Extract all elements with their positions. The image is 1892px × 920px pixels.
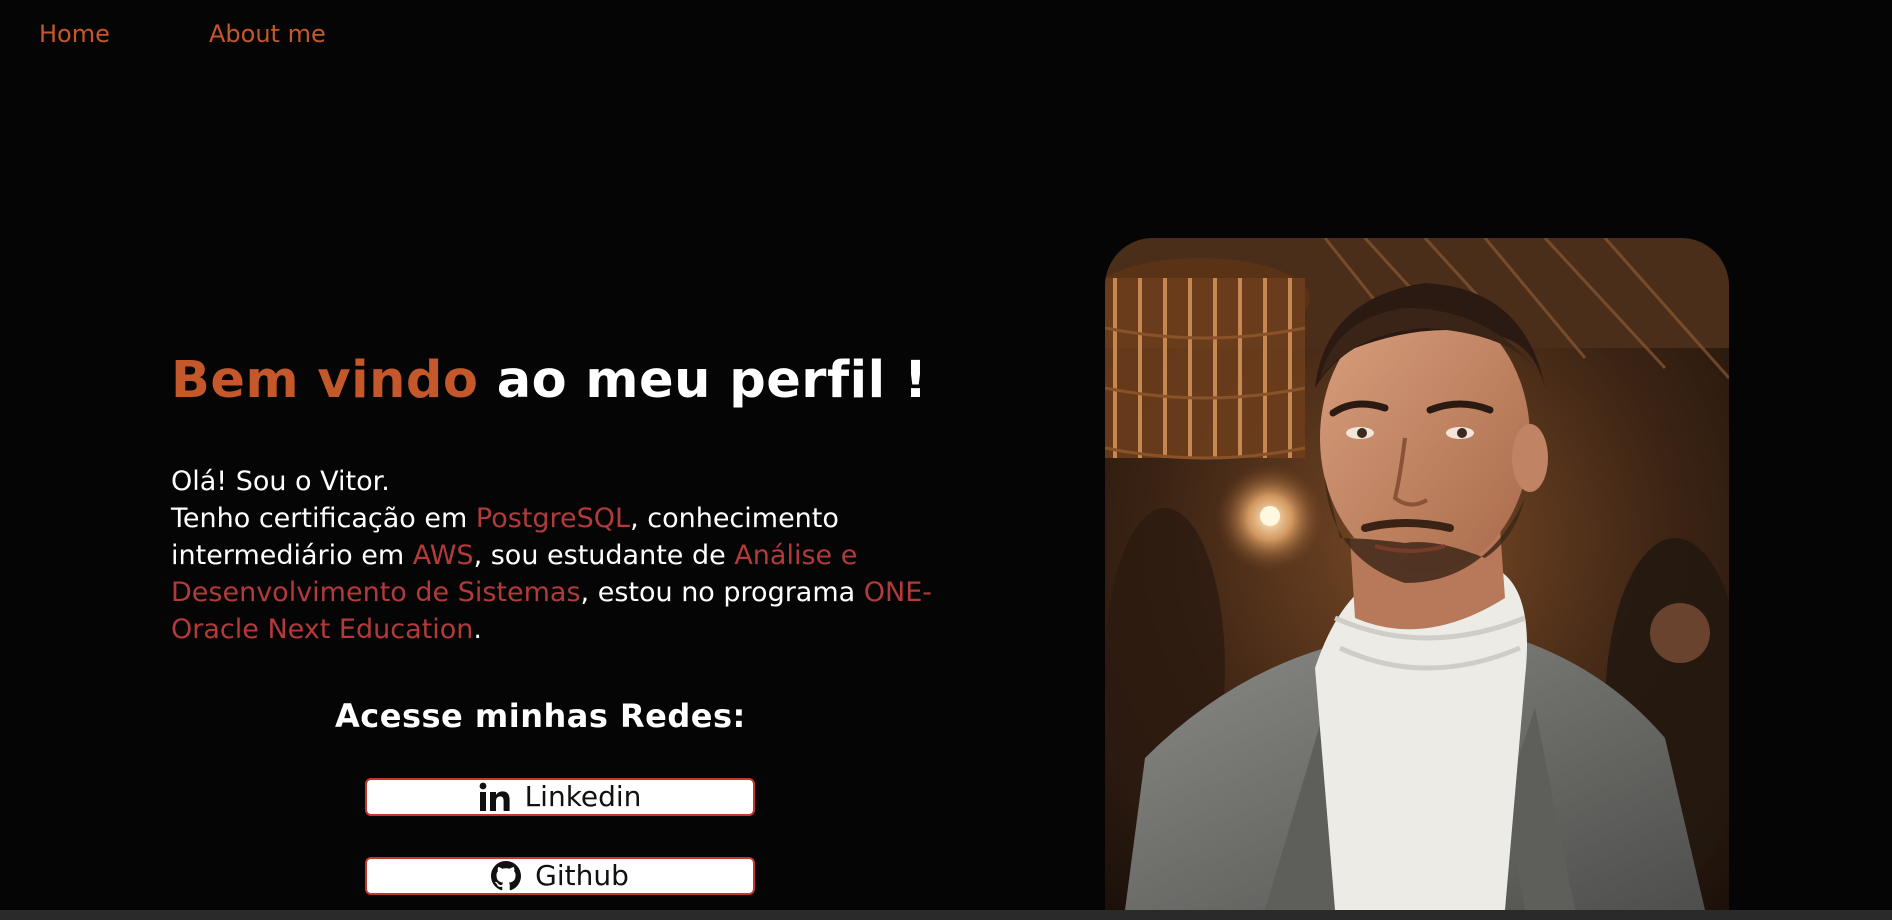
intro-part: , estou no programa <box>580 577 864 608</box>
greeting: Olá! Sou o Vitor. <box>171 466 390 497</box>
profile-photo <box>1105 238 1729 910</box>
page-title: Bem vindo ao meu perfil ! <box>171 350 928 411</box>
headline-accent: Bem vindo <box>171 351 479 410</box>
linkedin-button[interactable]: Linkedin <box>365 778 755 816</box>
intro-part: . <box>473 614 482 645</box>
page: Home About me Bem vindo ao meu perfil ! … <box>0 0 1892 920</box>
intro-part: , sou estudante de <box>473 540 735 571</box>
linkedin-icon <box>479 782 511 812</box>
intro-part: Tenho certificação em <box>171 503 476 534</box>
linkedin-label: Linkedin <box>524 780 642 813</box>
github-label: Github <box>535 859 629 892</box>
highlight-postgresql: PostgreSQL <box>475 503 631 534</box>
headline-rest: ao meu perfil ! <box>496 351 928 410</box>
github-icon <box>491 861 522 891</box>
intro-text: Olá! Sou o Vitor. Tenho certificação em P… <box>171 463 971 648</box>
nav-about-link[interactable]: About me <box>209 20 326 48</box>
bottom-bar <box>0 910 1892 920</box>
socials-title: Acesse minhas Redes: <box>335 697 746 735</box>
highlight-aws: AWS <box>412 540 474 571</box>
nav-home-link[interactable]: Home <box>39 20 110 48</box>
github-button[interactable]: Github <box>365 857 755 895</box>
